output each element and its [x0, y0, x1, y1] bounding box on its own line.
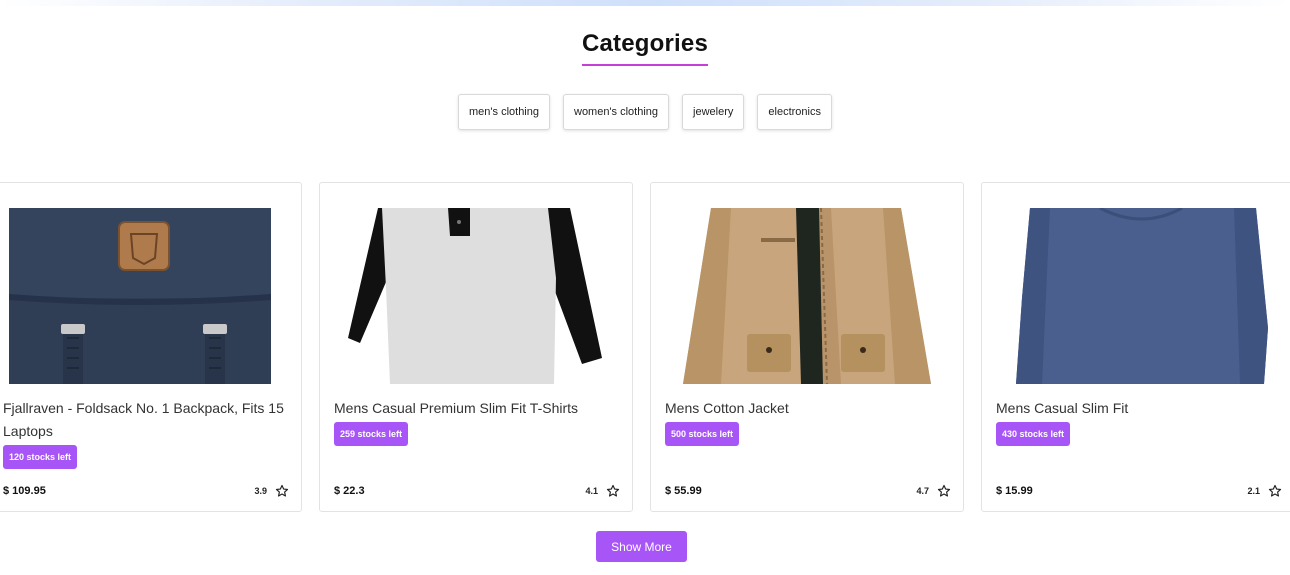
stock-badge: 430 stocks left	[996, 422, 1071, 446]
category-button-mens-clothing[interactable]: men's clothing	[458, 94, 550, 130]
product-title: Mens Casual Premium Slim Fit T-Shirts	[334, 400, 579, 416]
product-title: Mens Casual Slim Fit	[996, 400, 1129, 416]
star-icon[interactable]	[275, 484, 289, 498]
product-rating: 3.9	[254, 484, 289, 498]
category-button-jewelery[interactable]: jewelery	[682, 94, 745, 130]
section-heading-wrap: Categories	[0, 30, 1290, 66]
product-price: $ 22.3	[334, 485, 365, 497]
category-filter-bar: men's clothing women's clothing jewelery…	[0, 94, 1290, 130]
product-card[interactable]: Mens Cotton Jacket 500 stocks left $ 55.…	[650, 182, 964, 512]
stock-badge: 500 stocks left	[665, 422, 740, 446]
rating-value: 4.7	[916, 486, 929, 496]
product-card[interactable]: Fjallraven - Foldsack No. 1 Backpack, Fi…	[0, 182, 302, 512]
rating-value: 3.9	[254, 486, 267, 496]
product-rating: 2.1	[1247, 484, 1282, 498]
product-title: Fjallraven - Foldsack No. 1 Backpack, Fi…	[3, 400, 284, 439]
section-heading: Categories	[581, 30, 709, 66]
rating-value: 4.1	[585, 486, 598, 496]
star-icon[interactable]	[937, 484, 951, 498]
product-price: $ 55.99	[665, 485, 702, 497]
top-gradient-strip	[0, 0, 1290, 6]
product-title: Mens Cotton Jacket	[665, 400, 789, 416]
product-card[interactable]: Mens Casual Slim Fit 430 stocks left $ 1…	[981, 182, 1290, 512]
product-info: Mens Casual Slim Fit 430 stocks left	[996, 397, 1281, 446]
category-button-electronics[interactable]: electronics	[757, 94, 832, 130]
rating-value: 2.1	[1247, 486, 1260, 496]
show-more-button[interactable]: Show More	[596, 531, 687, 562]
stock-badge: 259 stocks left	[334, 422, 409, 446]
stock-badge: 120 stocks left	[3, 445, 78, 469]
product-image-longsleeve	[1016, 208, 1268, 384]
product-rating: 4.1	[585, 484, 620, 498]
category-button-womens-clothing[interactable]: women's clothing	[563, 94, 670, 130]
product-image-jacket	[683, 208, 931, 384]
product-image-backpack	[9, 208, 271, 384]
product-info: Mens Casual Premium Slim Fit T-Shirts 25…	[334, 397, 619, 446]
product-image-tshirt	[348, 208, 602, 384]
product-price: $ 15.99	[996, 485, 1033, 497]
product-rating: 4.7	[916, 484, 951, 498]
product-info: Fjallraven - Foldsack No. 1 Backpack, Fi…	[3, 397, 288, 469]
star-icon[interactable]	[606, 484, 620, 498]
product-info: Mens Cotton Jacket 500 stocks left	[665, 397, 950, 446]
product-card[interactable]: Mens Casual Premium Slim Fit T-Shirts 25…	[319, 182, 633, 512]
product-price: $ 109.95	[3, 485, 46, 497]
star-icon[interactable]	[1268, 484, 1282, 498]
